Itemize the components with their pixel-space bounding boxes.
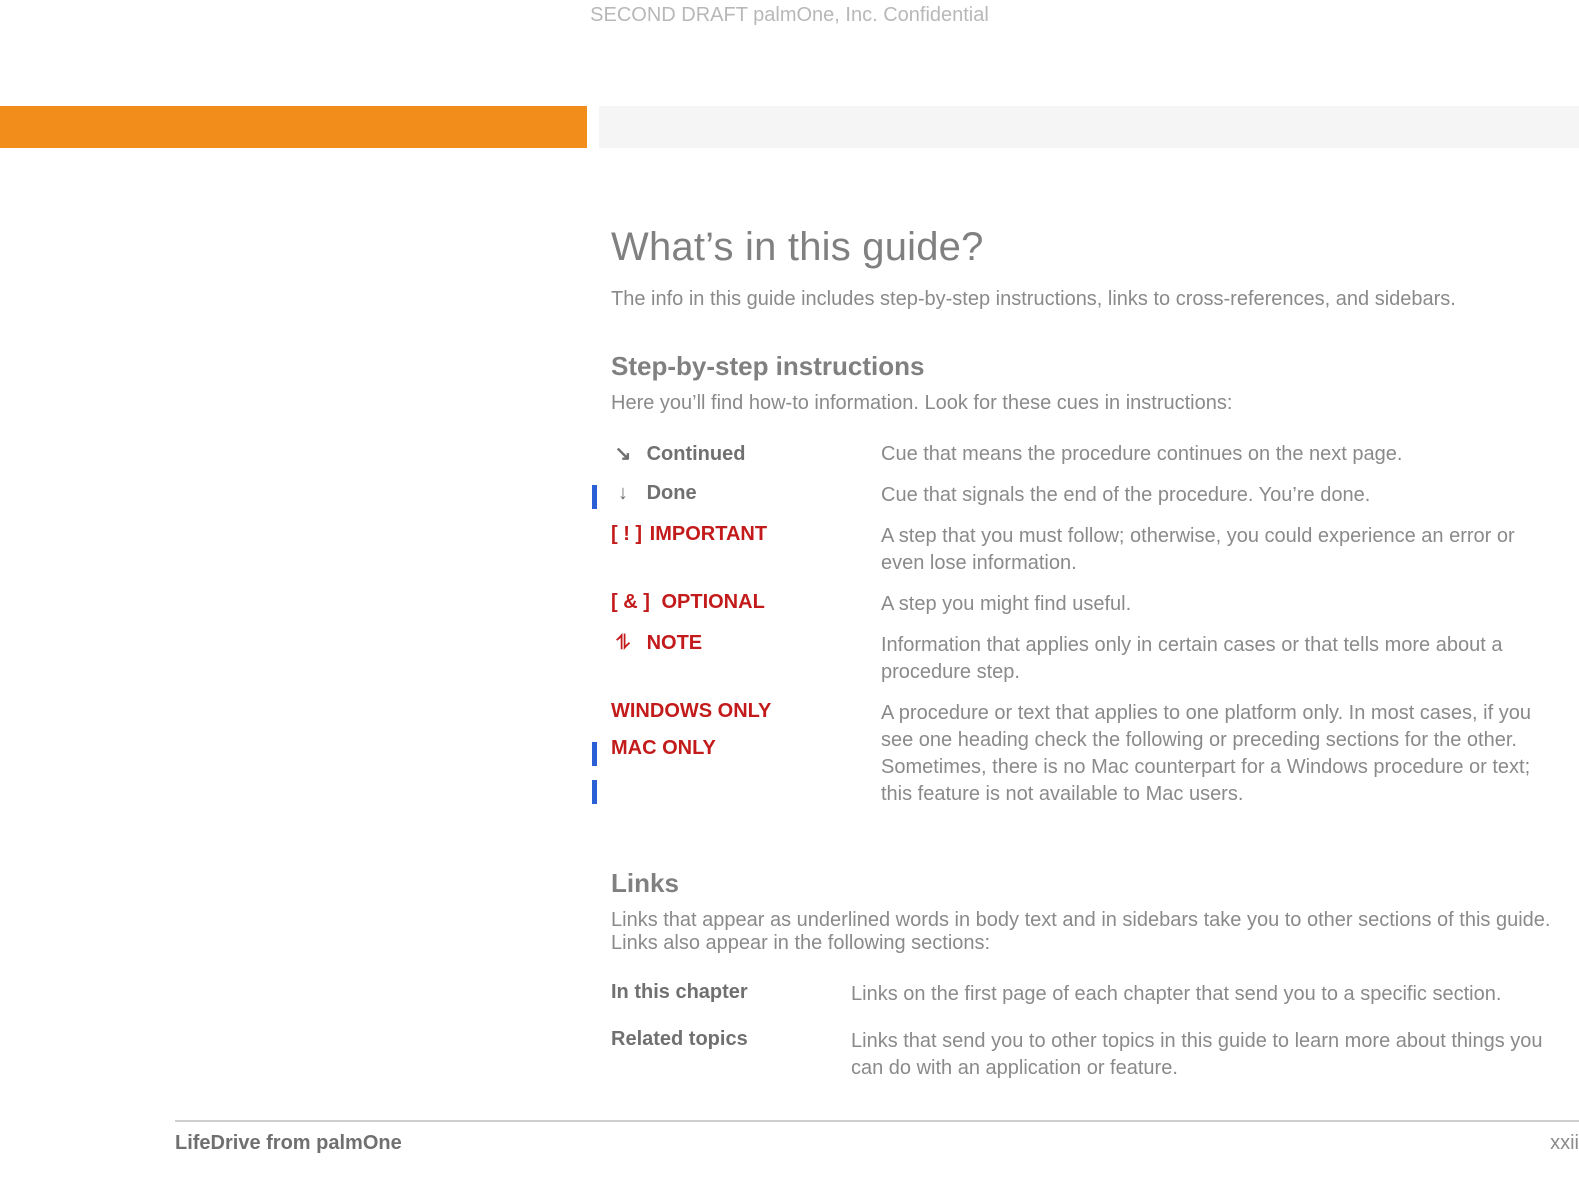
- cue-label: Continued: [647, 443, 746, 465]
- section-heading-links: Links: [611, 868, 1551, 899]
- important-icon: [ ! ]: [611, 523, 642, 545]
- cue-desc: A step that you must follow; otherwise, …: [881, 523, 1551, 591]
- cue-desc: Cue that means the procedure continues o…: [881, 441, 1551, 482]
- links-table: In this chapter Links on the first page …: [611, 981, 1551, 1102]
- change-bar-icon: [592, 742, 597, 766]
- cue-desc: Cue that signals the end of the procedur…: [881, 482, 1551, 523]
- continued-arrow-icon: ↘: [611, 441, 635, 466]
- cue-desc: A step you might find useful.: [881, 591, 1551, 632]
- page-intro: The info in this guide includes step-by-…: [611, 288, 1551, 311]
- cue-desc: A procedure or text that applies to one …: [881, 700, 1551, 822]
- cue-row: WINDOWS ONLY MAC ONLY A procedure or tex…: [611, 700, 1551, 822]
- footer-page-number: xxii: [1550, 1132, 1579, 1155]
- links-intro: Links that appear as underlined words in…: [611, 909, 1551, 955]
- links-desc: Links that send you to other topics in t…: [851, 1028, 1551, 1102]
- header-accent-orange: [0, 106, 587, 148]
- main-content: What’s in this guide? The info in this g…: [611, 225, 1551, 1102]
- header-accent-gray: [599, 106, 1579, 148]
- links-desc: Links on the first page of each chapter …: [851, 981, 1551, 1028]
- cue-label: WINDOWS ONLY: [611, 700, 881, 723]
- confidential-header: SECOND DRAFT palmOne, Inc. Confidential: [0, 4, 1579, 27]
- change-bar-icon: [592, 485, 597, 509]
- cue-desc: Information that applies only in certain…: [881, 632, 1551, 700]
- page-title: What’s in this guide?: [611, 225, 1551, 270]
- cue-row: ↓ Done Cue that signals the end of the p…: [611, 482, 1551, 523]
- cue-label: OPTIONAL: [661, 591, 764, 613]
- cue-label: MAC ONLY: [611, 737, 881, 760]
- cue-row: ⥮ NOTE Information that applies only in …: [611, 632, 1551, 700]
- cue-label: Done: [647, 482, 697, 504]
- footer-product: LifeDrive from palmOne: [175, 1132, 402, 1155]
- cue-table: ↘ Continued Cue that means the procedure…: [611, 441, 1551, 822]
- optional-icon: [ & ]: [611, 591, 650, 613]
- links-row: In this chapter Links on the first page …: [611, 981, 1551, 1028]
- cue-row: ↘ Continued Cue that means the procedure…: [611, 441, 1551, 482]
- cue-label: IMPORTANT: [650, 523, 767, 545]
- links-label: In this chapter: [611, 981, 851, 1028]
- cue-row: [ & ] OPTIONAL A step you might find use…: [611, 591, 1551, 632]
- footer-rule: [175, 1120, 1579, 1122]
- cue-row: [ ! ] IMPORTANT A step that you must fol…: [611, 523, 1551, 591]
- links-label: Related topics: [611, 1028, 851, 1102]
- note-icon: ⥮: [611, 632, 635, 655]
- links-row: Related topics Links that send you to ot…: [611, 1028, 1551, 1102]
- section-heading-steps: Step-by-step instructions: [611, 351, 1551, 382]
- change-bar-icon: [592, 780, 597, 804]
- steps-intro: Here you’ll find how-to information. Loo…: [611, 392, 1551, 415]
- cue-label: NOTE: [647, 632, 703, 654]
- done-arrow-icon: ↓: [611, 482, 635, 505]
